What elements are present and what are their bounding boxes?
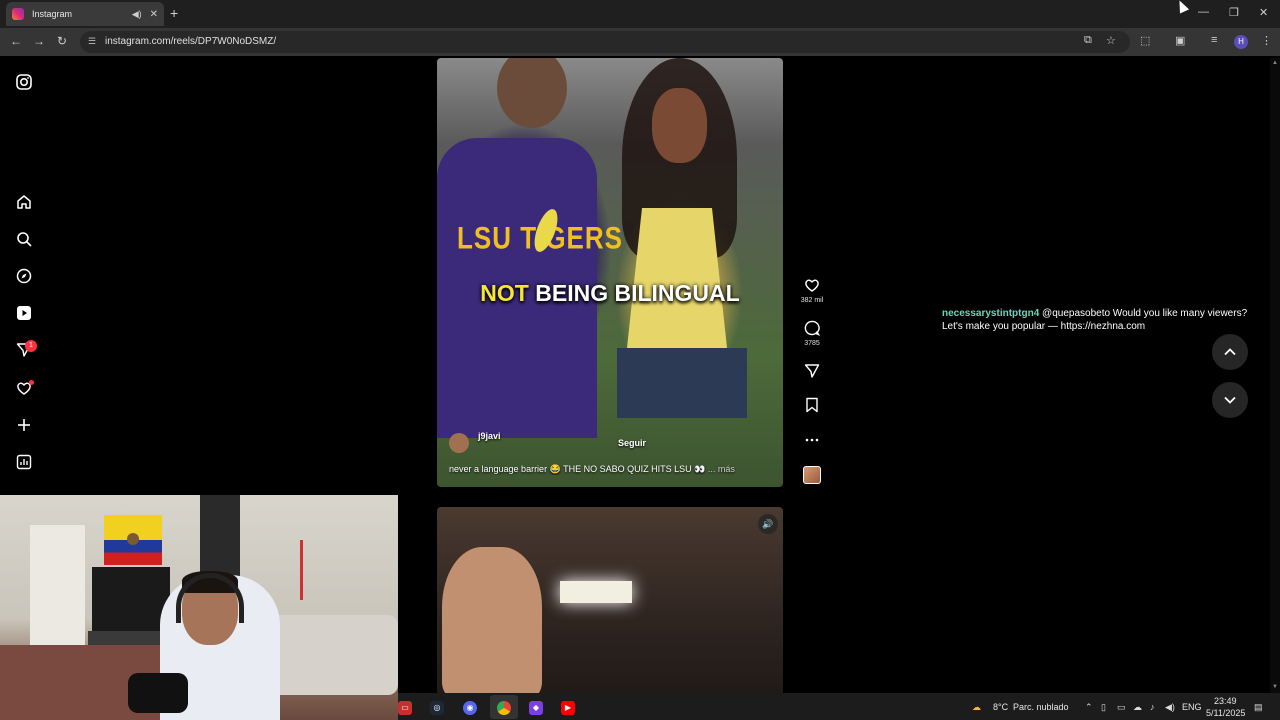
reel-person-left <box>497 58 567 128</box>
cloud-icon[interactable]: ☁ <box>1133 702 1142 713</box>
clock-time[interactable]: 23:49 <box>1214 696 1237 706</box>
cam-tv <box>92 567 170 631</box>
extensions-icon[interactable]: ⬚ <box>1140 34 1150 47</box>
save-bookmark-icon[interactable] <box>802 397 822 418</box>
reload-icon[interactable]: ↻ <box>57 34 67 48</box>
share-icon[interactable] <box>802 363 822 384</box>
reel-person-right <box>652 88 707 163</box>
next-reel-button[interactable] <box>1212 382 1248 418</box>
dashboard-icon[interactable] <box>15 453 33 471</box>
language-indicator[interactable]: ENG <box>1182 702 1202 712</box>
instagram-logo-icon[interactable] <box>15 73 33 91</box>
new-tab-button[interactable]: + <box>170 5 178 21</box>
cam-lamp <box>300 540 303 600</box>
close-window-icon[interactable]: ✕ <box>1259 6 1268 19</box>
reel2-hand <box>442 547 542 697</box>
description-text: never a language barrier 😂 THE NO SABO Q… <box>449 464 706 474</box>
more-link[interactable]: ... más <box>708 464 735 474</box>
stream-chat-message: necessarystintptgn4 @quepasobeto Would y… <box>942 307 1262 333</box>
youtube-icon[interactable]: ▶ <box>561 701 575 715</box>
caption-highlight: NOT <box>480 280 529 306</box>
messages-badge: 1 <box>25 340 37 352</box>
install-app-icon[interactable]: ⧉ <box>1084 34 1092 47</box>
taskbar-app-icon[interactable]: ▭ <box>398 701 412 715</box>
reels-icon[interactable] <box>15 304 33 322</box>
comments-count: 3785 <box>804 340 820 347</box>
explore-compass-icon[interactable] <box>15 267 33 285</box>
page-scrollbar[interactable] <box>1270 58 1280 693</box>
reel-video[interactable]: LSU TIGERS NOT BEING BILINGUAL j9javi Se… <box>437 58 783 487</box>
search-icon[interactable] <box>15 230 33 248</box>
home-icon[interactable] <box>15 193 33 211</box>
profile-avatar[interactable]: H <box>1234 35 1248 49</box>
cam-couch <box>260 615 398 695</box>
discord-icon[interactable]: ◉ <box>463 701 477 715</box>
likes-count: 382 mil <box>800 297 824 304</box>
next-reel-video[interactable] <box>437 507 783 697</box>
weather-desc[interactable]: Parc. nublado <box>1013 702 1069 712</box>
url-text[interactable]: instagram.com/reels/DP7W0NoDSMZ/ <box>105 36 276 47</box>
mute-audio-icon[interactable]: 🔊 <box>758 514 778 534</box>
forward-icon[interactable]: → <box>33 34 45 48</box>
instagram-favicon-icon <box>12 8 24 20</box>
audio-thumbnail[interactable] <box>803 466 821 484</box>
restore-icon[interactable]: ❐ <box>1229 6 1239 19</box>
notification-dot <box>29 380 34 385</box>
media-controls-icon[interactable]: ≡ <box>1211 34 1217 46</box>
weather-icon[interactable]: ☁ <box>972 702 981 713</box>
tab-close-icon[interactable]: ✕ <box>150 9 158 20</box>
notification-center-icon[interactable]: ▤ <box>1254 702 1263 713</box>
reel-description[interactable]: never a language barrier 😂 THE NO SABO Q… <box>449 464 779 475</box>
menu-dots-icon[interactable]: ⋮ <box>1261 34 1272 47</box>
reel-skirt <box>617 348 747 418</box>
browser-tab-strip: Instagram ◀) ✕ + — ❐ ✕ <box>0 0 1280 28</box>
microphone <box>128 673 188 713</box>
cam-flag <box>104 515 162 565</box>
app-icon-purple[interactable]: ◆ <box>529 701 543 715</box>
browser-toolbar: ← → ↻ ☰ instagram.com/reels/DP7W0NoDSMZ/… <box>0 28 1280 56</box>
previous-reel-button[interactable] <box>1212 334 1248 370</box>
chat-username: necessarystintptgn4 <box>942 308 1040 319</box>
bookmark-star-icon[interactable]: ☆ <box>1106 34 1116 47</box>
reel-overlay-caption: NOT BEING BILINGUAL <box>437 280 783 307</box>
back-icon[interactable]: ← <box>10 34 22 48</box>
side-panel-icon[interactable]: ▣ <box>1175 34 1185 47</box>
tray-display-icon[interactable]: ▭ <box>1117 702 1126 713</box>
follow-button[interactable]: Seguir <box>618 438 646 448</box>
chevron-down-icon <box>1224 396 1236 404</box>
weather-temp[interactable]: 8°C <box>993 702 1008 712</box>
browser-tab[interactable]: Instagram ◀) ✕ <box>6 2 164 26</box>
tray-chevron-icon[interactable]: ⌃ <box>1085 702 1093 713</box>
tab-audio-icon[interactable]: ◀) <box>132 9 142 20</box>
caption-rest: BEING BILINGUAL <box>535 280 740 306</box>
steam-icon[interactable]: ◎ <box>430 701 444 715</box>
site-info-icon[interactable]: ☰ <box>88 36 96 47</box>
scroll-up-icon[interactable]: ▲ <box>1272 60 1278 66</box>
comment-icon[interactable] <box>802 320 822 341</box>
tray-app-icon[interactable]: ▯ <box>1101 702 1106 713</box>
more-options-icon[interactable] <box>802 432 822 453</box>
webcam-overlay <box>0 495 398 720</box>
tab-title: Instagram <box>32 9 73 19</box>
reel-top <box>627 208 727 348</box>
scroll-down-icon[interactable]: ▼ <box>1272 684 1278 690</box>
ceiling-light <box>560 581 632 603</box>
minimize-icon[interactable]: — <box>1198 6 1209 18</box>
author-name[interactable]: j9javi <box>478 431 501 441</box>
create-plus-icon[interactable] <box>15 416 33 434</box>
address-bar[interactable]: ☰ instagram.com/reels/DP7W0NoDSMZ/ <box>80 31 1130 53</box>
author-avatar[interactable] <box>449 433 469 453</box>
like-heart-icon[interactable] <box>802 277 822 298</box>
chrome-icon[interactable] <box>497 701 511 715</box>
chevron-up-icon <box>1224 348 1236 356</box>
volume-icon[interactable]: ◀) <box>1165 702 1175 713</box>
clock-date[interactable]: 5/11/2025 <box>1206 708 1245 718</box>
microphone-icon[interactable]: ♪ <box>1150 702 1155 712</box>
